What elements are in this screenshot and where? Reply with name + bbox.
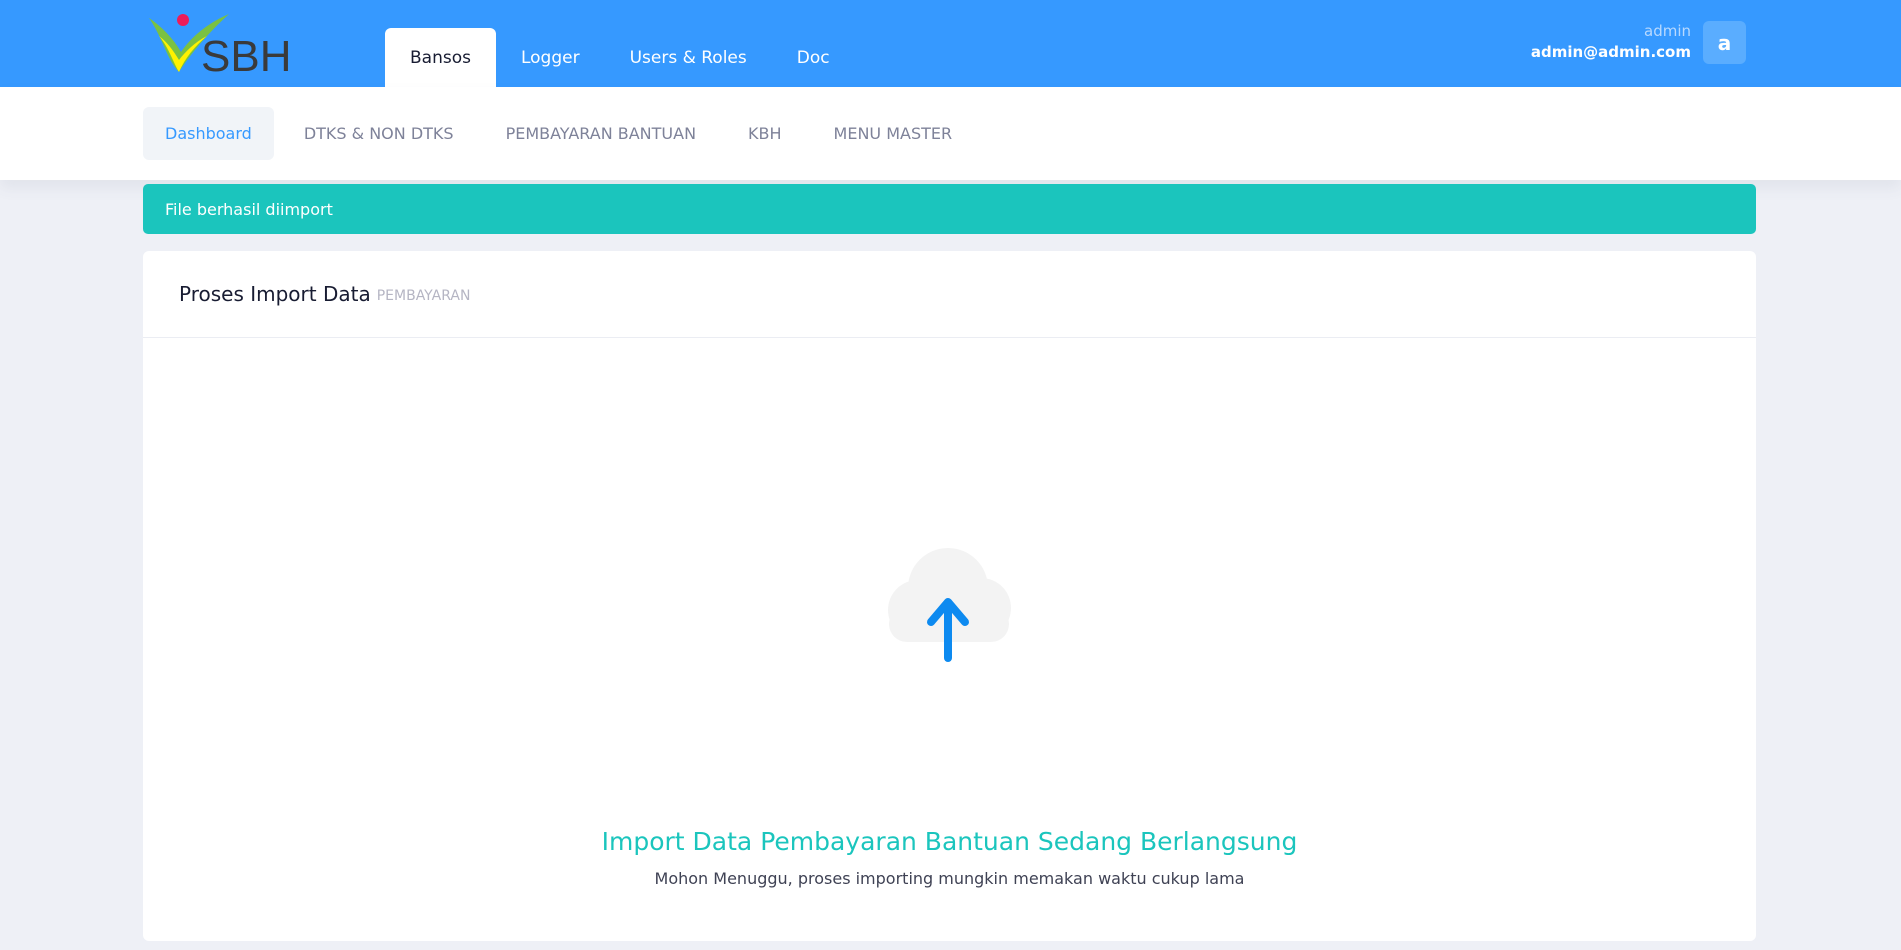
card-subtitle: PEMBAYARAN bbox=[376, 288, 471, 304]
subnav-dtks-non-dtks[interactable]: DTKS & NON DTKS bbox=[282, 107, 476, 160]
top-tab-users-roles[interactable]: Users & Roles bbox=[605, 28, 772, 87]
card-title: Proses Import Data bbox=[179, 282, 371, 306]
top-tab-doc[interactable]: Doc bbox=[772, 28, 855, 87]
import-status-title: Import Data Pembayaran Bantuan Sedang Be… bbox=[601, 827, 1298, 856]
avatar[interactable]: a bbox=[1703, 21, 1746, 64]
subnav-kbh[interactable]: KBH bbox=[726, 107, 804, 160]
user-info[interactable]: admin admin@admin.com bbox=[1531, 20, 1691, 62]
subnav-pembayaran-bantuan[interactable]: PEMBAYARAN BANTUAN bbox=[484, 107, 718, 160]
import-card: Proses Import Data PEMBAYARAN Import Dat… bbox=[143, 251, 1756, 941]
sbh-logo[interactable]: SBH bbox=[145, 8, 295, 81]
subnav-menu-master[interactable]: MENU MASTER bbox=[812, 107, 975, 160]
sub-navigation: Dashboard DTKS & NON DTKS PEMBAYARAN BAN… bbox=[0, 87, 1901, 180]
top-header: SBH Bansos Logger Users & Roles Doc admi… bbox=[0, 0, 1901, 87]
alert-text: File berhasil diimport bbox=[165, 199, 333, 219]
subnav-dashboard[interactable]: Dashboard bbox=[143, 107, 274, 160]
top-tab-logger[interactable]: Logger bbox=[496, 28, 605, 87]
top-tabs: Bansos Logger Users & Roles Doc bbox=[385, 28, 855, 87]
card-header: Proses Import Data PEMBAYARAN bbox=[143, 251, 1756, 338]
user-email: admin@admin.com bbox=[1530, 43, 1691, 61]
success-alert: File berhasil diimport bbox=[143, 184, 1756, 234]
cloud-upload-icon bbox=[873, 536, 1023, 666]
import-status-subtitle: Mohon Menuggu, proses importing mungkin … bbox=[654, 869, 1245, 888]
top-tab-bansos[interactable]: Bansos bbox=[385, 28, 496, 87]
user-name: admin bbox=[1644, 22, 1691, 40]
logo-text: SBH bbox=[201, 32, 291, 76]
